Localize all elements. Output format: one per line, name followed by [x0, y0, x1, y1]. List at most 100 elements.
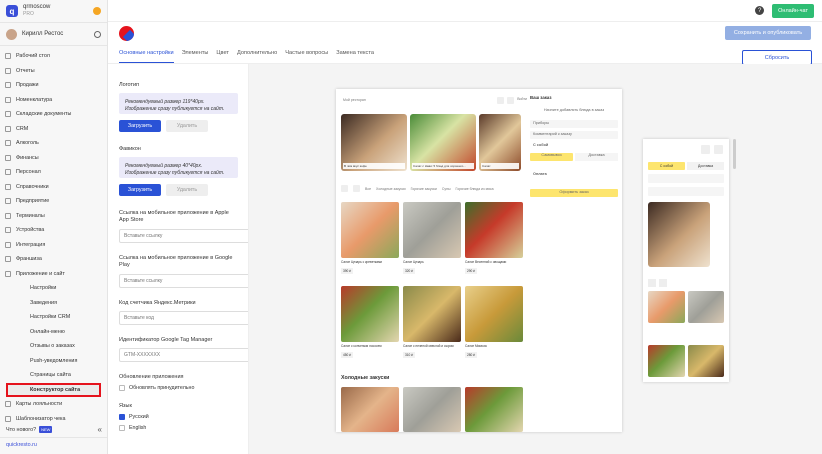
dish-grid: Салат Цезарь с креветками 390 ₽ Салат Цез…: [341, 202, 523, 366]
whats-new-link[interactable]: Что нового?: [6, 427, 36, 433]
sidebar-item[interactable]: Карты лояльности: [0, 397, 107, 412]
dish-image[interactable]: [648, 345, 685, 377]
tab-main-settings[interactable]: Основные настройки: [119, 50, 174, 63]
tab-color[interactable]: Цвет: [216, 50, 229, 63]
sidebar-subitem[interactable]: Настройки: [0, 281, 107, 296]
filter-icon[interactable]: [659, 279, 667, 287]
user-row[interactable]: Кирилл Рестос: [0, 22, 107, 46]
tab-additional[interactable]: Дополнительно: [237, 50, 277, 63]
warehouse-icon: [5, 111, 11, 118]
dish-card[interactable]: Салат Мимоза 280 ₽: [465, 286, 523, 366]
update-label: Обновление приложения: [119, 374, 184, 380]
dish-card[interactable]: Салат Цезарь с креветками 390 ₽: [341, 202, 399, 282]
sidebar-subitem[interactable]: Страницы сайта: [0, 368, 107, 383]
tab-elements[interactable]: Элементы: [182, 50, 209, 63]
checkout-button[interactable]: Оформить заказ: [530, 189, 618, 197]
category-tab[interactable]: Холодные закуски: [376, 187, 406, 191]
sidebar-item[interactable]: Рабочий стол: [0, 49, 107, 64]
favicon-upload-button[interactable]: Загрузить: [119, 184, 161, 196]
dish-image[interactable]: [465, 387, 523, 432]
user-icon: [714, 145, 723, 154]
logo-upload-button[interactable]: Загрузить: [119, 120, 161, 132]
loyalty-icon: [5, 401, 11, 408]
lang-ru-checkbox[interactable]: Русский: [119, 414, 239, 420]
category-tab[interactable]: Горячие закуски: [411, 187, 437, 191]
dish-card[interactable]: Салат с копченым лососем 450 ₽: [341, 286, 399, 366]
story-card[interactable]: Салат: [479, 114, 521, 171]
logo-delete-button[interactable]: Удалить: [166, 120, 208, 132]
dish-card[interactable]: Салат с печеной свеклой и сыром 310 ₽: [403, 286, 461, 366]
sidebar-item[interactable]: Финансы: [0, 151, 107, 166]
sidebar-item[interactable]: Номенклатура: [0, 93, 107, 108]
force-update-checkbox[interactable]: Обновлять принудительно: [119, 385, 239, 391]
pickup-toggle[interactable]: Самовывоз: [530, 153, 573, 161]
collapse-icon[interactable]: «: [98, 425, 102, 434]
sidebar-subitem[interactable]: Отзывы о заказах: [0, 339, 107, 354]
sidebar-item[interactable]: Предприятие: [0, 194, 107, 209]
sidebar-item[interactable]: Продажи: [0, 78, 107, 93]
org-logo-icon: q: [6, 5, 18, 17]
online-chat-button[interactable]: Онлайн-чат: [772, 3, 814, 18]
filter-icon[interactable]: [353, 185, 360, 192]
sidebar-item[interactable]: Устройства: [0, 223, 107, 238]
alcohol-icon: [5, 140, 11, 147]
org-plan: PRO: [23, 11, 34, 17]
domain-link[interactable]: quickresto.ru: [0, 437, 107, 452]
sidebar-item[interactable]: Терминалы: [0, 209, 107, 224]
sidebar-item[interactable]: Приложение и сайт: [0, 267, 107, 282]
sidebar-subitem[interactable]: Онлайн-меню: [0, 325, 107, 340]
sidebar-subitem[interactable]: Заведения: [0, 296, 107, 311]
dish-image[interactable]: [648, 291, 685, 323]
category-tab[interactable]: Горячие блюда из мяса: [456, 187, 494, 191]
sidebar-subitem-site-builder[interactable]: Конструктор сайта: [6, 382, 101, 397]
dish-card[interactable]: Салат Весенний с овощами 290 ₽: [465, 202, 523, 282]
category-tab[interactable]: Все: [365, 187, 371, 191]
cart-title: Ваш заказ: [530, 95, 552, 100]
dish-image[interactable]: [403, 387, 461, 432]
nomenclature-icon: [5, 96, 11, 103]
address-row[interactable]: [648, 174, 724, 183]
story-card[interactable]: [648, 202, 710, 267]
cart-row[interactable]: Комментарий к заказу: [530, 131, 618, 139]
sidebar-item[interactable]: Персонал: [0, 165, 107, 180]
tab-text-replace[interactable]: Замена текста: [336, 50, 374, 63]
story-card[interactable]: В чём вкус кофе: [341, 114, 407, 171]
story-card[interactable]: Салат с Нави: 5 блюд для хорошего...: [410, 114, 476, 171]
search-icon[interactable]: [341, 185, 348, 192]
delivery-toggle[interactable]: Доставка: [575, 153, 618, 161]
org-header[interactable]: q qrmoscow PRO: [0, 0, 107, 22]
delivery-toggle[interactable]: Доставка: [687, 162, 724, 170]
sidebar-item[interactable]: Франшиза: [0, 252, 107, 267]
preview-scrollbar[interactable]: [733, 139, 736, 169]
dish-image[interactable]: [341, 387, 399, 432]
sidebar-item[interactable]: Справочники: [0, 180, 107, 195]
reference-icon: [5, 183, 11, 190]
pin-icon[interactable]: [93, 7, 101, 15]
reset-button[interactable]: Сбросить: [742, 50, 812, 65]
sidebar-subitem[interactable]: Настройки CRM: [0, 310, 107, 325]
help-icon[interactable]: ?: [755, 6, 765, 15]
cart-row[interactable]: Приборы: [530, 120, 618, 128]
logout-icon[interactable]: [94, 30, 101, 38]
brand-logo-icon: [119, 26, 134, 41]
dish-card[interactable]: Салат Цезарь 320 ₽: [403, 202, 461, 282]
sidebar-item[interactable]: CRM: [0, 122, 107, 137]
publish-button[interactable]: Сохранить и опубликовать: [725, 26, 811, 40]
terminal-icon: [5, 212, 11, 219]
user-icon: [507, 96, 515, 104]
promo-row[interactable]: [648, 187, 724, 196]
pickup-toggle[interactable]: С собой: [648, 162, 685, 170]
sidebar-subitem[interactable]: Push-уведомления: [0, 354, 107, 369]
category-tab[interactable]: Супы: [442, 187, 451, 191]
sidebar-item[interactable]: Складские документы: [0, 107, 107, 122]
sidebar-item[interactable]: Интеграция: [0, 238, 107, 253]
tab-faq[interactable]: Частые вопросы: [285, 50, 328, 63]
dish-image[interactable]: [687, 291, 724, 323]
search-icon[interactable]: [648, 279, 656, 287]
finance-icon: [5, 154, 11, 161]
lang-en-checkbox[interactable]: English: [119, 425, 239, 431]
favicon-delete-button[interactable]: Удалить: [166, 184, 208, 196]
sidebar-item[interactable]: Отчеты: [0, 64, 107, 79]
dish-image[interactable]: [687, 345, 724, 377]
sidebar-item[interactable]: Алкоголь: [0, 136, 107, 151]
